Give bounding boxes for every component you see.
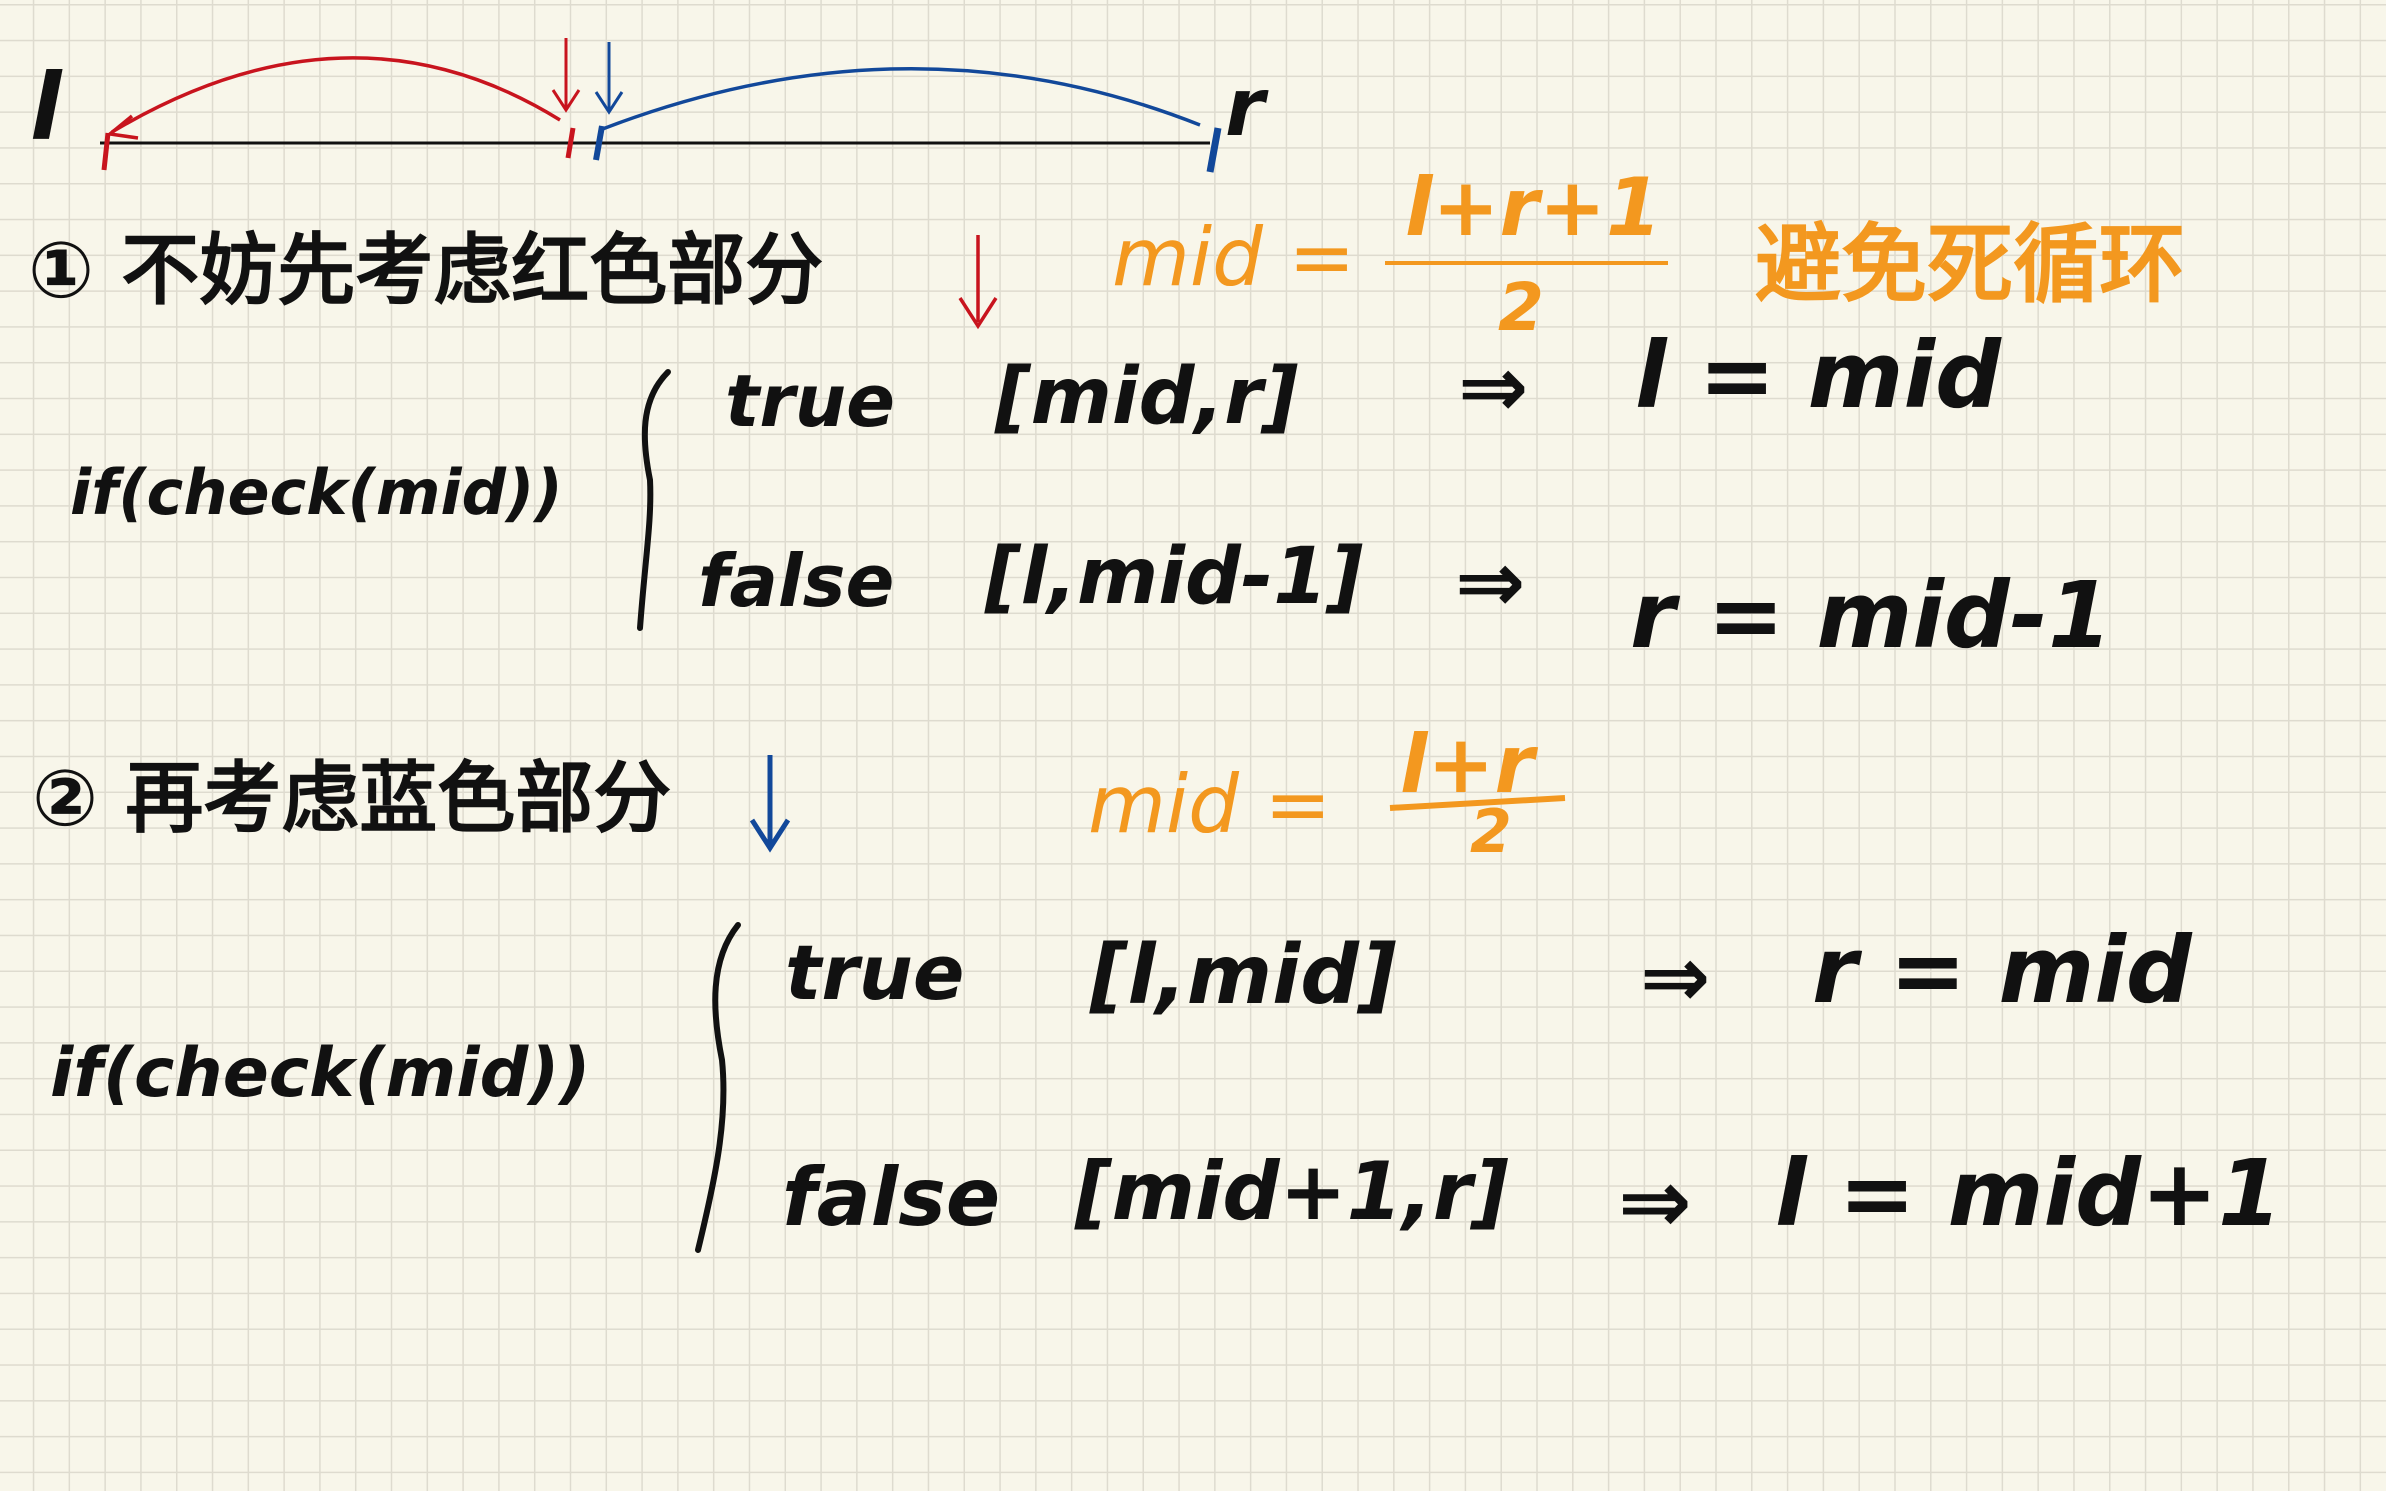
part2-true-interval: [l,mid] (1090, 928, 1397, 1023)
part1-false-implies: ⇒ (1455, 533, 1526, 631)
part2-false-label: false (782, 1151, 1001, 1244)
down-arrow-blue-small-icon (594, 42, 624, 115)
part2-mid-denominator: 2 (1470, 797, 1512, 867)
part1-note: 避免死循环 (1755, 215, 2185, 315)
red-arc (111, 56, 561, 134)
part2-true-implies: ⇒ (1640, 928, 1711, 1026)
left-end-label: l (30, 54, 62, 161)
part2-false-result: l = mid+1 (1775, 1140, 2283, 1247)
part1-mid-denominator: 2 (1498, 269, 1544, 346)
brace-2 (695, 922, 741, 1253)
part1-heading: ① 不妨先考虑红色部分 (28, 226, 824, 316)
part1-condition: if(check(mid)) (70, 456, 563, 529)
part2-mid-label: mid = (1088, 758, 1332, 851)
mid-red-tick (565, 127, 576, 159)
mid-blue-tick (593, 125, 605, 161)
part2-true-result: r = mid (1812, 917, 2192, 1024)
part2-mid-numerator: l+r (1400, 718, 1534, 811)
left-end-tick (101, 132, 111, 171)
part1-mid-label: mid = (1112, 211, 1356, 304)
part2-condition: if(check(mid)) (50, 1034, 591, 1113)
down-arrow-red-small-icon (551, 38, 581, 113)
part1-false-result: r = mid-1 (1630, 562, 2112, 669)
down-arrow-blue-icon (749, 755, 791, 853)
part1-mid-numerator: l+r+1 (1405, 161, 1662, 254)
part1-false-interval: [l,mid-1] (985, 532, 1364, 622)
brace-1 (637, 369, 671, 631)
part1-true-result: l = mid (1635, 322, 2001, 429)
down-arrow-red-icon (958, 235, 998, 330)
part1-false-label: false (698, 539, 895, 623)
right-end-tick (1206, 127, 1222, 173)
part2-true-label: true (785, 928, 965, 1017)
part1-true-interval: [mid,r] (995, 352, 1299, 442)
part1-true-label: true (725, 359, 896, 443)
right-end-label: r (1225, 61, 1265, 154)
part2-heading: ② 再考虑蓝色部分 (32, 754, 672, 844)
part2-false-interval: [mid+1,r] (1075, 1145, 1509, 1238)
blue-arc (599, 67, 1201, 132)
part2-false-implies: ⇒ (1618, 1150, 1692, 1253)
part1-true-implies: ⇒ (1458, 338, 1529, 436)
